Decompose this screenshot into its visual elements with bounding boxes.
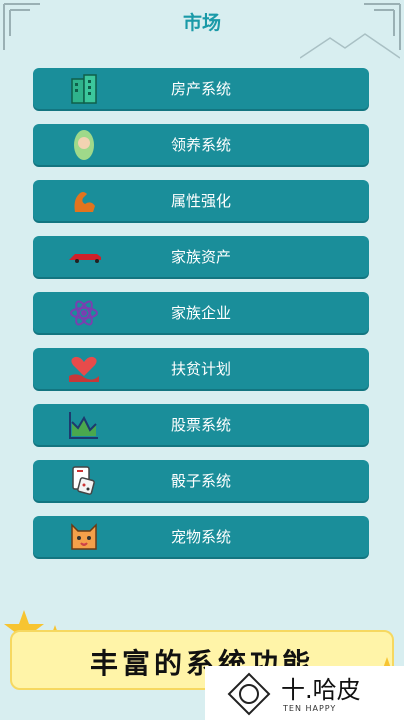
menu-button-pet[interactable]: 宠物系统 [33, 516, 369, 557]
watermark-subtitle: TEN HAPPY [283, 704, 337, 713]
menu-button-stock[interactable]: 股票系统 [33, 404, 369, 445]
menu-button-family-assets[interactable]: 家族资产 [33, 236, 369, 277]
red-car-icon [67, 240, 101, 274]
menu-button-poverty-relief[interactable]: 扶贫计划 [33, 348, 369, 389]
menu-button-property[interactable]: 房产系统 [33, 68, 369, 109]
flexed-arm-icon [67, 184, 101, 218]
menu-button-family-business[interactable]: 家族企业 [33, 292, 369, 333]
stock-chart-icon [67, 408, 101, 442]
menu-button-adoption[interactable]: 领养系统 [33, 124, 369, 165]
building-icon [67, 72, 101, 106]
watermark: 十.哈皮 TEN HAPPY [205, 666, 404, 720]
atom-icon [67, 296, 101, 330]
page-title: 市场 [182, 12, 221, 34]
pet-face-icon [67, 520, 101, 554]
watermark-name: 十.哈皮 [281, 676, 361, 704]
system-menu: 房产系统 领养系统 属性强化 家族资产 家族企业 扶贫计划 股票系统 骰子系统 … [33, 68, 369, 572]
menu-button-dice[interactable]: 骰子系统 [33, 460, 369, 501]
dice-cards-icon [67, 464, 101, 498]
menu-button-attribute[interactable]: 属性强化 [33, 180, 369, 221]
heart-hand-icon [67, 352, 101, 386]
baby-icon [67, 128, 101, 162]
watermark-logo-icon [227, 672, 271, 716]
